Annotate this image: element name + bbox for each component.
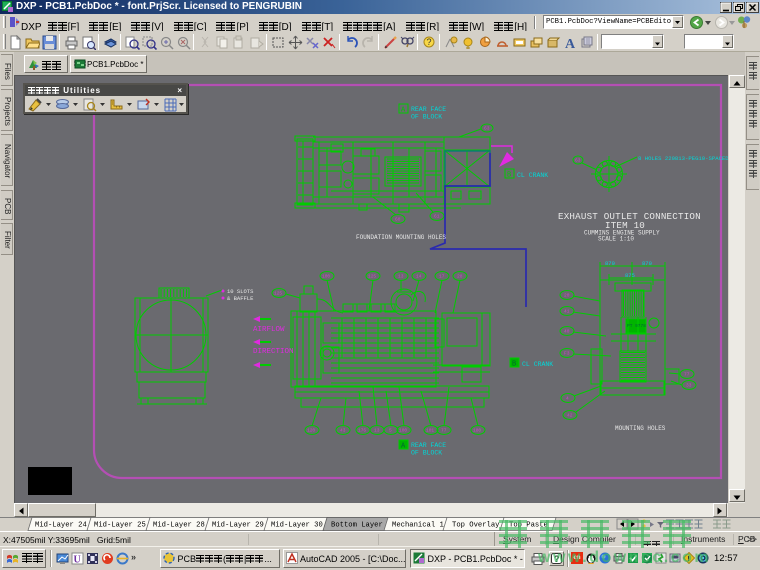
svg-text:100: 100 [322, 274, 330, 280]
svg-text:42: 42 [567, 413, 573, 419]
svg-text:180: 180 [473, 428, 481, 434]
svg-text:F3: F3 [564, 351, 570, 357]
svg-text:125: 125 [274, 291, 282, 297]
svg-text:Mid-Layer 30: Mid-Layer 30 [271, 522, 323, 530]
svg-text:Mid-Layer 25: Mid-Layer 25 [94, 522, 146, 530]
svg-text:Mid-Layer 28: Mid-Layer 28 [153, 522, 205, 530]
svg-text:OF BLOCK: OF BLOCK [411, 450, 442, 457]
svg-text:REAR FACE: REAR FACE [411, 106, 446, 113]
svg-text:& BAFFLE: & BAFFLE [227, 295, 254, 302]
svg-text:100: 100 [399, 428, 407, 434]
svg-text:125: 125 [368, 274, 376, 280]
svg-text:10 SLOTS: 10 SLOTS [227, 288, 254, 295]
svg-text:FOUNDATION MOUNTING HOLES: FOUNDATION MOUNTING HOLES [356, 234, 446, 241]
svg-text:13: 13 [374, 428, 380, 434]
svg-text:101: 101 [426, 428, 434, 434]
svg-text:A: A [565, 37, 576, 50]
svg-text:CL CRANK: CL CRANK [522, 361, 553, 368]
svg-text:5: 5 [389, 428, 392, 434]
svg-text:?: ? [427, 37, 432, 47]
svg-text:B: B [512, 361, 516, 369]
svg-text:875: 875 [625, 272, 635, 279]
svg-text:REAR FACE: REAR FACE [411, 442, 446, 449]
svg-text:870: 870 [605, 260, 615, 267]
svg-text:870: 870 [642, 260, 652, 267]
svg-text:8 HOLES 220813-PEG10-SPACED: 8 HOLES 220813-PEG10-SPACED [638, 155, 728, 162]
svg-text:33: 33 [686, 383, 692, 389]
svg-text:120: 120 [307, 428, 315, 434]
svg-text:41: 41 [564, 309, 570, 315]
svg-text:Top Overlay: Top Overlay [452, 522, 500, 530]
svg-text:AIRFLOW: AIRFLOW [253, 326, 285, 334]
svg-text:14: 14 [416, 274, 422, 280]
svg-text:77: 77 [684, 372, 690, 378]
svg-text:Mid-Layer 29: Mid-Layer 29 [212, 522, 264, 530]
svg-text:28: 28 [457, 274, 463, 280]
svg-text:176: 176 [358, 428, 366, 434]
svg-text:61: 61 [434, 214, 440, 220]
svg-text:63: 63 [484, 126, 490, 132]
svg-text:17: 17 [439, 274, 445, 280]
svg-text:77: 77 [441, 428, 447, 434]
svg-text:SCALE 1:10: SCALE 1:10 [598, 236, 634, 243]
svg-text:Bottom Layer: Bottom Layer [331, 522, 383, 530]
svg-text:DIRECTION: DIRECTION [253, 348, 294, 356]
svg-text:4: 4 [566, 396, 569, 402]
svg-text:Mid-Layer 24: Mid-Layer 24 [35, 522, 87, 530]
svg-text:60: 60 [395, 217, 401, 223]
svg-text:B: B [507, 172, 511, 180]
svg-text:20: 20 [564, 293, 570, 299]
svg-text:43: 43 [340, 428, 346, 434]
svg-text:CL CRANK: CL CRANK [517, 172, 548, 179]
svg-text:13: 13 [398, 274, 404, 280]
svg-text:MOUNTING HOLES: MOUNTING HOLES [615, 425, 666, 432]
svg-text:40: 40 [564, 329, 570, 335]
svg-text:PT 9778: PT 9778 [627, 323, 646, 329]
svg-text:63: 63 [575, 158, 581, 164]
svg-text:U: U [74, 555, 81, 566]
svg-text:OF BLOCK: OF BLOCK [411, 114, 442, 121]
svg-text:Mechanical 1: Mechanical 1 [392, 522, 444, 530]
